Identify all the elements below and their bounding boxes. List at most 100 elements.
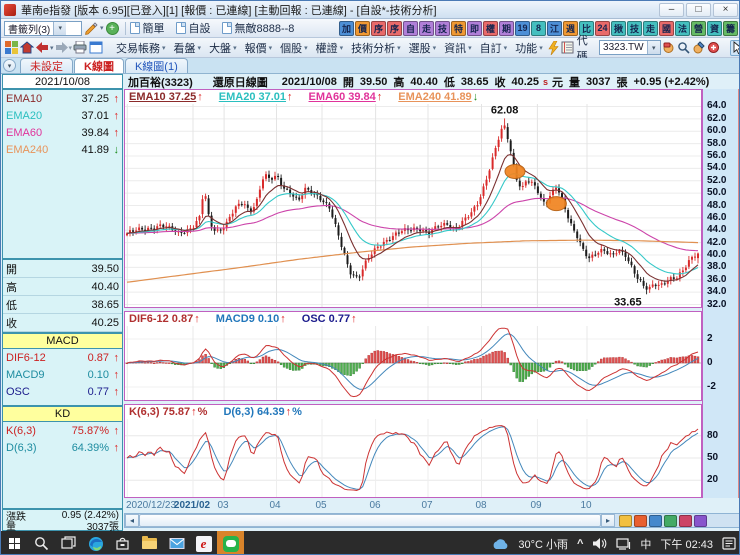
chart-tool-icon[interactable] (694, 515, 707, 527)
sidebar-date-box[interactable]: 2021/10/08 (2, 74, 123, 89)
back-arrow-icon[interactable] (36, 42, 49, 53)
quick-button-特[interactable]: 特 (451, 21, 466, 36)
weather-cloud-icon[interactable] (491, 537, 509, 550)
taskbar-mail-button[interactable] (163, 531, 190, 555)
window-switch-icon[interactable] (89, 41, 103, 54)
clock[interactable]: 下午 02:43 (660, 536, 713, 552)
quick-button-籌[interactable]: 籌 (723, 21, 738, 36)
quick-button-營[interactable]: 營 (691, 21, 706, 36)
menu-看盤[interactable]: 看盤▾ (170, 40, 206, 56)
chevron-down-icon[interactable]: ▾ (50, 44, 54, 52)
bookmark-item[interactable]: 簡單 (130, 20, 165, 36)
tab-K線圖(1)[interactable]: K線圖(1) (125, 58, 188, 73)
menu-資訊[interactable]: 資訊▾ (440, 40, 476, 56)
bookmark-item[interactable]: 無敵8888--8 (222, 20, 295, 36)
quick-button-即[interactable]: 即 (467, 21, 482, 36)
scroll-right-button[interactable]: ▸ (601, 514, 615, 527)
quick-button-法[interactable]: 法 (675, 21, 690, 36)
quick-button-權[interactable]: 權 (483, 21, 498, 36)
chart-tool-icon[interactable] (649, 515, 662, 527)
taskbar-line-button[interactable] (217, 531, 244, 555)
menu-權證[interactable]: 權證▾ (312, 40, 348, 56)
macd-chart[interactable] (125, 326, 701, 400)
network-icon[interactable] (616, 538, 631, 550)
quick-button-資[interactable]: 資 (707, 21, 722, 36)
kd-chart-panel[interactable]: K(6,3) 75.87↑%D(6,3) 64.39↑% (124, 404, 702, 498)
tab-K線圖[interactable]: K線圖 (74, 58, 124, 73)
minimize-button[interactable]: – (659, 3, 684, 17)
menu-交易帳務[interactable]: 交易帳務▾ (112, 40, 170, 56)
chart-tool-icon[interactable] (634, 515, 647, 527)
menu-技術分析[interactable]: 技術分析▾ (347, 40, 405, 56)
home-icon[interactable] (20, 41, 34, 54)
menu-大盤[interactable]: 大盤▾ (205, 40, 241, 56)
taskbar-etrade-button[interactable]: e (190, 531, 217, 555)
quick-button-序[interactable]: 序 (387, 21, 402, 36)
menu-個股[interactable]: 個股▾ (276, 40, 312, 56)
quick-button-8[interactable]: 8 (531, 21, 546, 36)
kd-chart[interactable] (125, 419, 701, 497)
search-icon[interactable] (677, 41, 690, 54)
chart-tool-icon[interactable] (619, 515, 632, 527)
macd-chart-panel[interactable]: DIF6-12 0.87↑MACD9 0.10↑OSC 0.77↑ (124, 311, 702, 401)
order-hand-icon[interactable] (662, 41, 675, 54)
quick-button-國[interactable]: 國 (659, 21, 674, 36)
tab-未設定[interactable]: 未設定 (20, 58, 73, 73)
quick-button-江[interactable]: 江 (547, 21, 562, 36)
chart-tool-icon[interactable] (664, 515, 677, 527)
quick-button-序[interactable]: 序 (371, 21, 386, 36)
ime-indicator[interactable]: 中 (640, 536, 651, 552)
horizontal-scrollbar[interactable]: ◂ ▸ (124, 513, 740, 528)
tray-chevron[interactable]: ^ (577, 538, 583, 550)
main-chart-panel[interactable]: EMA10 37.25↑EMA20 37.01↑EMA60 39.84↑EMA2… (124, 89, 702, 308)
printer-icon[interactable] (73, 41, 87, 54)
row-label: EMA20 (6, 110, 81, 122)
cursor-tool-icon[interactable] (730, 40, 740, 56)
forward-arrow-icon[interactable] (55, 42, 68, 53)
workspace-tab-row: ▾ 未設定K線圖K線圖(1) (1, 58, 740, 74)
chevron-down-icon[interactable]: ▾ (69, 44, 73, 52)
layout-grid-icon[interactable] (5, 41, 18, 54)
task-view-button[interactable] (55, 531, 82, 555)
taskbar-edge-button[interactable] (82, 531, 109, 555)
edit-pencil-icon[interactable] (84, 22, 98, 35)
alert-hand-icon[interactable] (707, 41, 720, 54)
legend-text: D(6,3) 64.39 (223, 406, 284, 418)
weather-text[interactable]: 30°C 小雨 (518, 536, 568, 552)
speaker-icon[interactable] (592, 537, 607, 550)
menu-選股[interactable]: 選股▾ (405, 40, 441, 56)
taskbar-explorer-button[interactable] (136, 531, 163, 555)
candlestick-chart[interactable]: 62.0833.65 (125, 104, 701, 307)
chevron-down-icon[interactable]: ▾ (53, 22, 66, 35)
bookmark-item[interactable]: 自設 (176, 20, 211, 36)
symbol-code-combobox[interactable]: 3323.TW ▾ (599, 40, 661, 55)
add-bookmark-icon[interactable]: + (106, 22, 119, 35)
scroll-left-button[interactable]: ◂ (125, 514, 139, 527)
maximize-button[interactable]: □ (686, 3, 711, 17)
quick-button-技[interactable]: 技 (435, 21, 450, 36)
close-button[interactable]: × (713, 3, 738, 17)
chevron-down-icon[interactable]: ▾ (647, 41, 660, 54)
quick-button-走[interactable]: 走 (419, 21, 434, 36)
menu-label: 報價 (245, 40, 267, 56)
chevron-down-icon[interactable]: ▾ (100, 24, 104, 32)
quick-button-期[interactable]: 期 (499, 21, 514, 36)
annotate-hand-icon[interactable] (692, 41, 705, 54)
quick-button-自[interactable]: 自 (403, 21, 418, 36)
menu-自訂[interactable]: 自訂▾ (476, 40, 512, 56)
lightning-icon[interactable] (548, 41, 559, 55)
tab-list-button[interactable]: ▾ (3, 59, 16, 72)
menu-功能[interactable]: 功能▾ (511, 40, 547, 56)
quick-button-價[interactable]: 價 (355, 21, 370, 36)
chart-tool-icon[interactable] (679, 515, 692, 527)
scrollbar-thumb[interactable] (139, 514, 601, 527)
quick-button-加[interactable]: 加 (339, 21, 354, 36)
taskbar-store-button[interactable] (109, 531, 136, 555)
bookmark-list-combobox[interactable]: 書籤列(3) ▾ (4, 21, 82, 36)
quick-button-19[interactable]: 19 (515, 21, 530, 36)
start-button[interactable] (1, 531, 28, 555)
taskbar-search-button[interactable] (28, 531, 55, 555)
notification-center-icon[interactable] (722, 537, 736, 550)
notepad-icon[interactable] (561, 41, 574, 54)
menu-報價[interactable]: 報價▾ (241, 40, 277, 56)
